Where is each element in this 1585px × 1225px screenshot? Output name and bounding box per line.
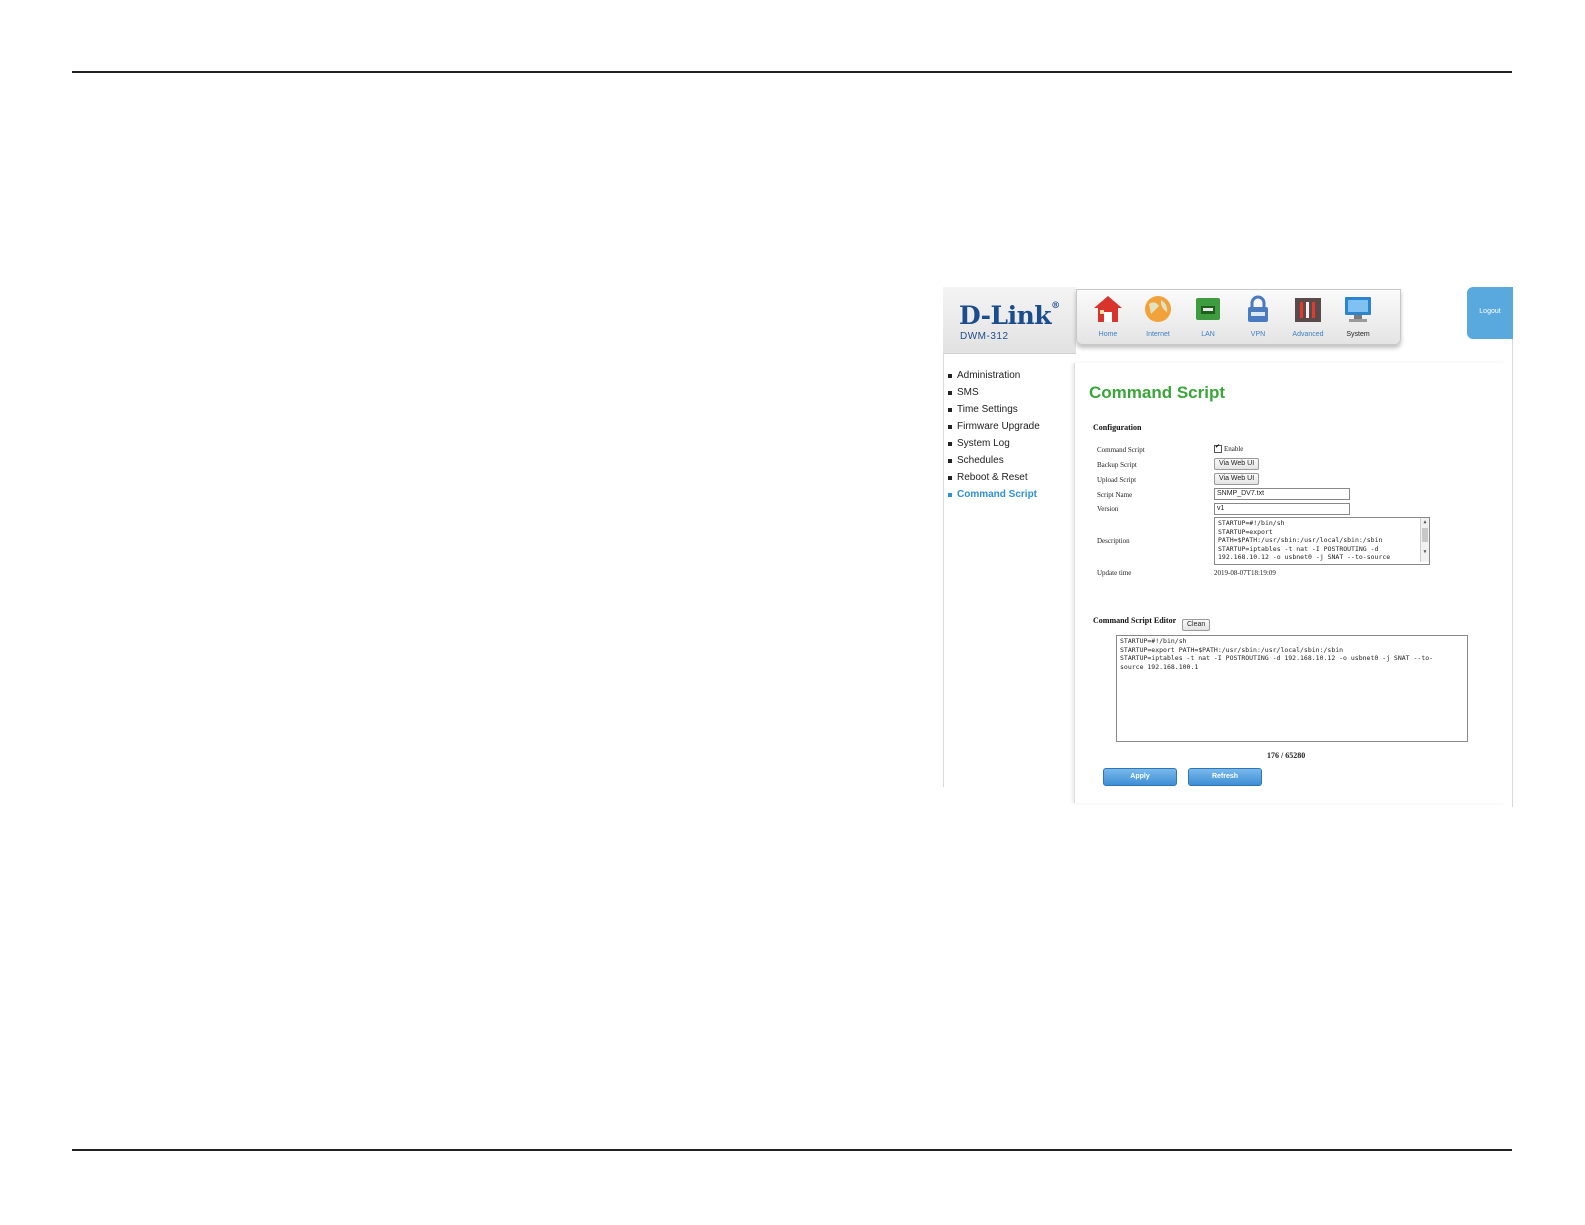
upload-script-label: Upload Script	[1097, 476, 1137, 484]
nav-lan[interactable]: LAN	[1183, 294, 1233, 342]
top-rule	[72, 71, 1512, 73]
version-input[interactable]: v1	[1214, 503, 1350, 515]
nav-vpn[interactable]: VPN	[1233, 294, 1283, 342]
nav-label: VPN	[1250, 331, 1266, 338]
lan-icon	[1196, 298, 1220, 320]
dlink-logo: D-Link®	[959, 301, 1060, 330]
logout-button[interactable]: Logout	[1467, 287, 1513, 339]
apply-button[interactable]: Apply	[1103, 768, 1177, 786]
description-scrollbar[interactable]: ▲ ▼	[1420, 518, 1429, 562]
sidebar-item-reboot-reset[interactable]: Reboot & Reset	[943, 471, 1068, 488]
backup-script-label: Backup Script	[1097, 461, 1137, 469]
configuration-heading: Configuration	[1093, 423, 1142, 432]
sidebar-item-system-log[interactable]: System Log	[943, 437, 1068, 454]
refresh-button[interactable]: Refresh	[1188, 768, 1262, 786]
scroll-up-icon[interactable]: ▲	[1421, 518, 1429, 527]
router-web-ui: D-Link® DWM-312 Home Internet LAN VPN Ad…	[943, 287, 1513, 807]
sidebar-item-administration[interactable]: Administration	[943, 369, 1068, 386]
lock-icon	[1248, 295, 1268, 322]
nav-label: Home	[1098, 331, 1118, 338]
enable-checkbox[interactable]	[1214, 443, 1222, 454]
model-name: DWM-312	[960, 331, 1009, 342]
sidebar-item-time-settings[interactable]: Time Settings	[943, 403, 1068, 420]
script-name-field: SNMP_DV7.txt	[1214, 488, 1350, 500]
page-title: Command Script	[1089, 383, 1226, 402]
description-text: STARTUP=#!/bin/sh STARTUP=export PATH=$P…	[1218, 519, 1391, 561]
sidebar-item-sms[interactable]: SMS	[943, 386, 1068, 403]
update-time-label: Update time	[1097, 569, 1132, 577]
enable-label: Enable	[1223, 445, 1244, 453]
sidebar-item-firmware-upgrade[interactable]: Firmware Upgrade	[943, 420, 1068, 437]
brand-header: D-Link® DWM-312	[943, 287, 1076, 354]
tools-icon	[1295, 298, 1321, 322]
monitor-icon	[1345, 297, 1371, 322]
backup-field: Via Web UI	[1214, 458, 1260, 470]
bottom-rule	[72, 1149, 1512, 1151]
editor-heading: Command Script Editor	[1093, 616, 1177, 625]
version-label: Version	[1097, 505, 1119, 513]
description-label: Description	[1097, 537, 1130, 545]
nav-label: Internet	[1146, 331, 1170, 338]
version-field: v1	[1214, 503, 1350, 515]
top-nav: Home Internet LAN VPN Advanced System	[1076, 289, 1401, 345]
upload-via-web-ui-button[interactable]: Via Web UI	[1214, 473, 1260, 485]
scroll-down-icon[interactable]: ▼	[1421, 548, 1429, 557]
clean-field: Clean	[1182, 613, 1211, 631]
scroll-thumb[interactable]	[1422, 528, 1428, 542]
nav-label: Advanced	[1292, 331, 1324, 338]
command-script-label: Command Script	[1097, 446, 1145, 454]
globe-icon	[1145, 296, 1171, 322]
ui-left-border	[943, 287, 944, 787]
nav-label: System	[1346, 331, 1370, 338]
sidebar-menu: Administration SMS Time Settings Firmwar…	[943, 369, 1068, 505]
sidebar-item-command-script[interactable]: Command Script	[943, 488, 1068, 505]
nav-internet[interactable]: Internet	[1133, 294, 1183, 342]
description-textarea[interactable]: STARTUP=#!/bin/sh STARTUP=export PATH=$P…	[1214, 517, 1430, 565]
ui-right-border	[1512, 287, 1513, 807]
command-script-editor[interactable]: STARTUP=#!/bin/sh STARTUP=export PATH=$P…	[1116, 635, 1468, 742]
character-counter: 176 / 65280	[1267, 751, 1306, 760]
main-content: Command Script Configuration Command Scr…	[1074, 363, 1507, 803]
script-name-label: Script Name	[1097, 491, 1133, 499]
nav-label: LAN	[1201, 331, 1215, 338]
nav-home[interactable]: Home	[1083, 294, 1133, 342]
clean-button[interactable]: Clean	[1182, 619, 1211, 631]
enable-field: Enable	[1214, 443, 1244, 454]
nav-system[interactable]: System	[1333, 294, 1383, 342]
backup-via-web-ui-button[interactable]: Via Web UI	[1214, 458, 1260, 470]
upload-field: Via Web UI	[1214, 473, 1260, 485]
logout-label: Logout	[1479, 308, 1501, 315]
home-icon	[1094, 296, 1122, 322]
nav-advanced[interactable]: Advanced	[1283, 294, 1333, 342]
update-time-value: 2019-08-07T18:19:09	[1214, 569, 1276, 577]
script-name-input[interactable]: SNMP_DV7.txt	[1214, 488, 1350, 500]
sidebar-item-schedules[interactable]: Schedules	[943, 454, 1068, 471]
